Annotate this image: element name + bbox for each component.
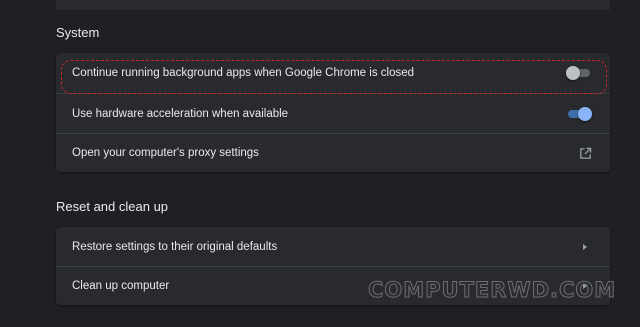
section-title-system: System [56, 25, 100, 40]
setting-label-background-apps: Continue running background apps when Go… [72, 67, 415, 79]
previous-card-edge [56, 0, 610, 10]
toggle-knob [566, 66, 580, 80]
toggle-knob [578, 106, 592, 121]
setting-row-proxy[interactable]: Open your computer's proxy settings [56, 133, 610, 172]
setting-row-hardware-acceleration[interactable]: Use hardware acceleration when available [56, 93, 610, 133]
setting-row-restore-defaults[interactable]: Restore settings to their original defau… [56, 227, 610, 266]
setting-row-background-apps[interactable]: Continue running background apps when Go… [56, 53, 610, 93]
setting-label-proxy: Open your computer's proxy settings [72, 147, 259, 159]
background-apps-toggle[interactable] [566, 66, 592, 80]
hardware-acceleration-toggle[interactable] [566, 106, 592, 121]
setting-label-restore-defaults: Restore settings to their original defau… [72, 240, 278, 253]
system-settings-card: Continue running background apps when Go… [56, 53, 610, 172]
watermark: COMPUTERWD.COM [367, 278, 617, 303]
section-title-reset: Reset and clean up [56, 199, 169, 214]
setting-label-hardware-acceleration: Use hardware acceleration when available [72, 107, 289, 120]
external-link-icon[interactable] [578, 146, 592, 160]
chevron-right-icon [578, 240, 592, 254]
